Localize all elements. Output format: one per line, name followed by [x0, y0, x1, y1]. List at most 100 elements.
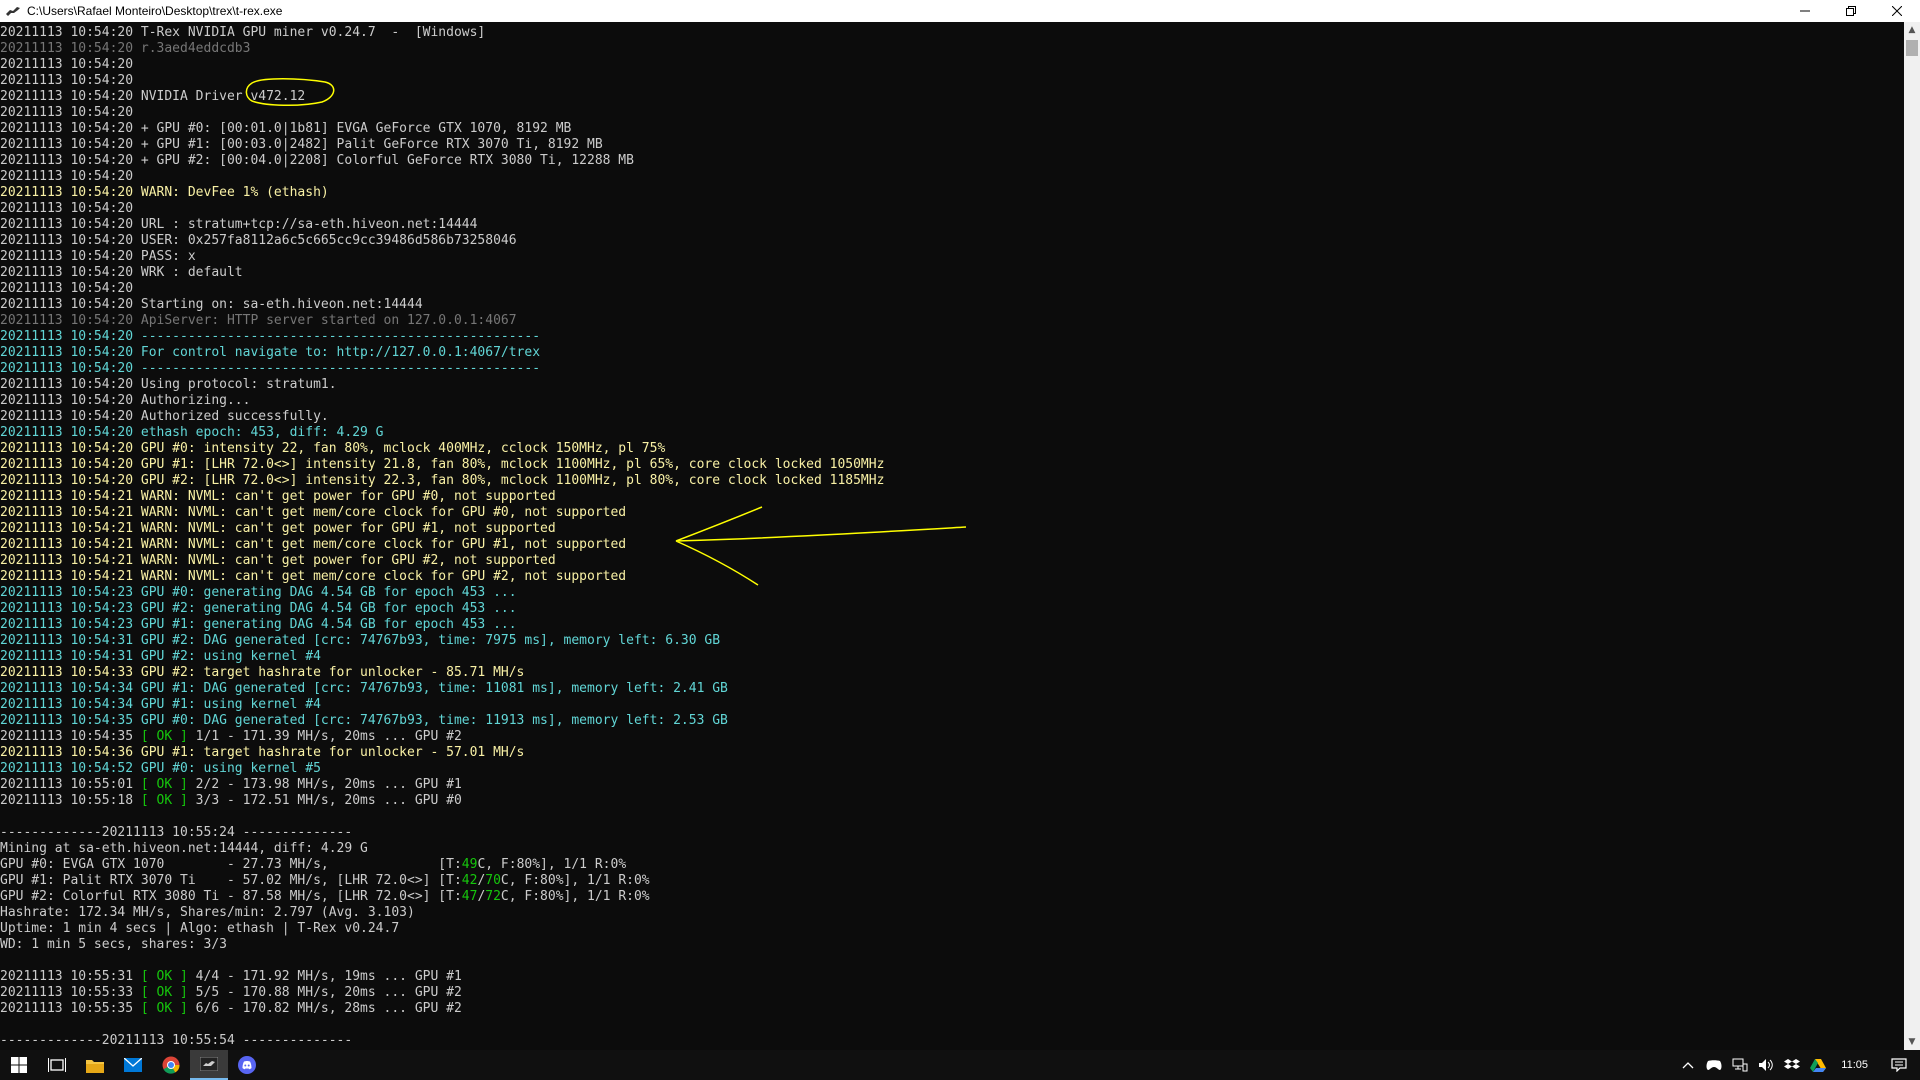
chevron-up-icon [1682, 1062, 1694, 1069]
console-line: 20211113 10:55:33 [ OK ] 5/5 - 170.88 MH… [0, 985, 884, 1001]
system-tray: 11:05 [1675, 1050, 1920, 1080]
console-line: 20211113 10:54:20 GPU #2: [LHR 72.0<>] i… [0, 473, 884, 489]
restore-icon [1846, 6, 1856, 16]
scroll-up-button[interactable]: ▲ [1904, 22, 1920, 38]
console-line: 20211113 10:54:20 PASS: x [0, 249, 884, 265]
console-line: 20211113 10:54:20 ApiServer: HTTP server… [0, 313, 884, 329]
console-line: 20211113 10:54:20 Starting on: sa-eth.hi… [0, 297, 884, 313]
console-line: 20211113 10:54:20 + GPU #2: [00:04.0|220… [0, 153, 884, 169]
discord-button[interactable] [228, 1050, 266, 1080]
taskbar-clock[interactable]: 11:05 [1841, 1059, 1868, 1071]
close-button[interactable] [1874, 0, 1920, 22]
console-text: 20211113 10:54:20 PASS: x [0, 249, 196, 264]
chrome-button[interactable] [152, 1050, 190, 1080]
console-text: 20211113 10:54:20 ethash epoch: 453, dif… [0, 425, 384, 440]
restore-button[interactable] [1828, 0, 1874, 22]
scroll-down-button[interactable]: ▼ [1904, 1034, 1920, 1050]
console-text: 20211113 10:54:20 + GPU #1: [00:03.0|248… [0, 137, 603, 152]
console-line: 20211113 10:54:23 GPU #0: generating DAG… [0, 585, 884, 601]
console-text: 20211113 10:54:20 Authorized successfull… [0, 409, 329, 424]
console-text: 20211113 10:54:21 WARN: NVML: can't get … [0, 505, 627, 520]
console-line: 20211113 10:54:21 WARN: NVML: can't get … [0, 489, 884, 505]
terminal-app-icon [200, 1057, 218, 1071]
console-line: 20211113 10:54:20 + GPU #0: [00:01.0|1b8… [0, 121, 884, 137]
chevron-down-icon: ▼ [1908, 1037, 1916, 1047]
console-text: 20211113 10:54:34 GPU #1: DAG generated … [0, 681, 728, 696]
trex-taskbar-button[interactable] [190, 1050, 228, 1080]
console-output[interactable]: 20211113 10:54:20 T-Rex NVIDIA GPU miner… [0, 22, 1904, 1050]
tray-google-drive[interactable] [1808, 1050, 1828, 1080]
console-text: [ OK ] [140, 729, 188, 744]
console-line: 20211113 10:54:31 GPU #2: DAG generated … [0, 633, 884, 649]
console-line: 20211113 10:54:20 [0, 57, 884, 73]
console-line: 20211113 10:54:20 Authorizing... [0, 393, 884, 409]
console-text: 3/3 - 172.51 MH/s, 20ms ... GPU #0 [187, 793, 462, 808]
console-text: [ OK ] [140, 1001, 188, 1016]
console-line: 20211113 10:54:35 GPU #0: DAG generated … [0, 713, 884, 729]
console-text: Mining at sa-eth.hiveon.net:14444, diff:… [0, 841, 368, 856]
console-text: 20211113 10:54:20 [0, 105, 134, 120]
minimize-button[interactable] [1782, 0, 1828, 22]
console-text: GPU #2: Colorful RTX 3080 Ti - 87.58 MH/… [0, 889, 462, 904]
console-text: 70 [485, 873, 501, 888]
console-text: 20211113 10:54:20 ----------------------… [0, 329, 541, 344]
console-text: 20211113 10:54:31 GPU #2: using kernel #… [0, 649, 321, 664]
console-line: 20211113 10:54:23 GPU #2: generating DAG… [0, 601, 884, 617]
file-explorer-button[interactable] [76, 1050, 114, 1080]
tray-network[interactable] [1730, 1050, 1750, 1080]
console-line: 20211113 10:55:35 [ OK ] 6/6 - 170.82 MH… [0, 1001, 884, 1017]
task-view-button[interactable] [38, 1050, 76, 1080]
console-text: GPU #0: EVGA GTX 1070 - 27.73 MH/s, [T: [0, 857, 462, 872]
console-text: 20211113 10:54:20 Starting on: sa-eth.hi… [0, 297, 423, 312]
console-line: 20211113 10:54:20 ----------------------… [0, 361, 884, 377]
console-line: 20211113 10:54:20 [0, 105, 884, 121]
action-center-button[interactable] [1881, 1050, 1917, 1080]
console-line: GPU #0: EVGA GTX 1070 - 27.73 MH/s, [T:4… [0, 857, 884, 873]
console-line: 20211113 10:54:33 GPU #2: target hashrat… [0, 665, 884, 681]
console-text: WD: 1 min 5 secs, shares: 3/3 [0, 937, 227, 952]
tray-volume[interactable] [1756, 1050, 1776, 1080]
console-text: 20211113 10:54:20 [0, 169, 134, 184]
console-line: 20211113 10:54:23 GPU #1: generating DAG… [0, 617, 884, 633]
tray-dropbox[interactable] [1782, 1050, 1802, 1080]
console-line: 20211113 10:54:20 WARN: DevFee 1% (ethas… [0, 185, 884, 201]
console-line: 20211113 10:55:18 [ OK ] 3/3 - 172.51 MH… [0, 793, 884, 809]
console-text: C, F:80%], 1/1 R:0% [500, 873, 650, 888]
console-text: 20211113 10:55:33 [0, 985, 141, 1000]
console-text: 20211113 10:54:35 [0, 729, 141, 744]
console-line: -------------20211113 10:55:54 ---------… [0, 1033, 884, 1049]
console-text: 47 [461, 889, 478, 904]
console-text: Hashrate: 172.34 MH/s, Shares/min: 2.797… [0, 905, 415, 920]
console-text: 20211113 10:54:34 GPU #1: using kernel #… [0, 697, 321, 712]
mail-button[interactable] [114, 1050, 152, 1080]
console-text: 2/2 - 173.98 MH/s, 20ms ... GPU #1 [187, 777, 462, 792]
console-text: 20211113 10:54:23 GPU #0: generating DAG… [0, 585, 517, 600]
console-line: 20211113 10:54:21 WARN: NVML: can't get … [0, 537, 884, 553]
console-text: GPU #1: Palit RTX 3070 Ti - 57.02 MH/s, … [0, 873, 462, 888]
start-button[interactable] [0, 1050, 38, 1080]
vertical-scrollbar[interactable]: ▲ ▼ [1904, 22, 1920, 1050]
console-line: 20211113 10:54:20 ethash epoch: 453, dif… [0, 425, 884, 441]
console-line: 20211113 10:54:21 WARN: NVML: can't get … [0, 553, 884, 569]
window-title-bar[interactable]: C:\Users\Rafael Monteiro\Desktop\trex\t-… [0, 0, 1920, 22]
scrollbar-thumb[interactable] [1906, 40, 1918, 56]
console-text: 1/1 - 171.39 MH/s, 20ms ... GPU #2 [187, 729, 462, 744]
tray-game-controller[interactable] [1704, 1050, 1724, 1080]
console-text: 20211113 10:54:20 T-Rex NVIDIA GPU miner… [0, 25, 486, 40]
console-line: 20211113 10:54:34 GPU #1: DAG generated … [0, 681, 884, 697]
console-line: 20211113 10:54:20 T-Rex NVIDIA GPU miner… [0, 25, 884, 41]
console-line: 20211113 10:54:20 [0, 73, 884, 89]
console-text: [ OK ] [140, 793, 188, 808]
console-line: 20211113 10:54:20 WRK : default [0, 265, 884, 281]
taskbar: 11:05 [0, 1050, 1920, 1080]
console-text: [ OK ] [140, 969, 188, 984]
console-text: 20211113 10:54:21 WARN: NVML: can't get … [0, 569, 627, 584]
console-line: 20211113 10:55:01 [ OK ] 2/2 - 173.98 MH… [0, 777, 884, 793]
show-hidden-icons-button[interactable] [1678, 1050, 1698, 1080]
console-line: 20211113 10:54:36 GPU #1: target hashrat… [0, 745, 884, 761]
notification-icon [1891, 1058, 1907, 1072]
console-text: 20211113 10:54:33 GPU #2: target hashrat… [0, 665, 525, 680]
console-text: 5/5 - 170.88 MH/s, 20ms ... GPU #2 [187, 985, 462, 1000]
